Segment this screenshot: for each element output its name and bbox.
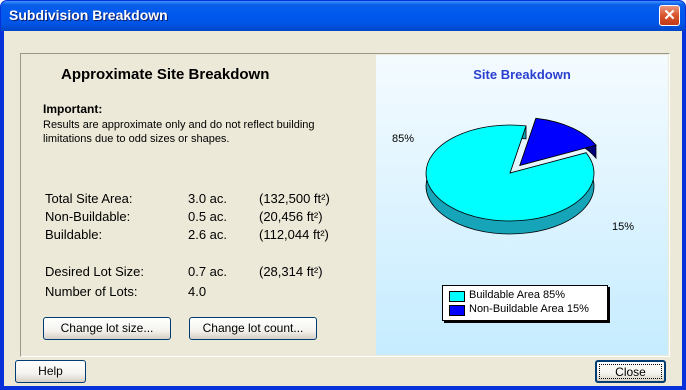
- row-sqft: (132,500 ft²): [259, 191, 330, 206]
- legend-label: Non-Buildable Area 15%: [469, 303, 589, 315]
- row-acres: 3.0 ac.: [188, 191, 228, 206]
- row-sqft: (112,044 ft²): [259, 227, 329, 242]
- row-sqft: (28,314 ft²): [259, 264, 323, 279]
- row-acres: 2.6 ac.: [188, 227, 228, 242]
- pie-chart: [425, 117, 597, 235]
- legend-label: Buildable Area 85%: [469, 289, 566, 301]
- important-label: Important:: [43, 102, 103, 116]
- row-acres: 0.5 ac.: [188, 209, 228, 224]
- dialog-window: Subdivision Breakdown ✕ Approximate Site…: [0, 0, 686, 390]
- change-lot-size-button[interactable]: Change lot size...: [43, 317, 171, 340]
- close-button[interactable]: Close: [595, 360, 666, 383]
- row-acres: 0.7 ac.: [188, 264, 228, 279]
- row-sqft: (20,456 ft²): [259, 209, 323, 224]
- important-note: Results are approximate only and do not …: [43, 119, 315, 145]
- row-label: Buildable:: [45, 227, 103, 242]
- row-value: 4.0: [188, 284, 207, 299]
- window-title: Subdivision Breakdown: [9, 7, 168, 23]
- help-button[interactable]: Help: [15, 360, 86, 383]
- dialog-client-area: Approximate Site Breakdown Important: Re…: [4, 31, 682, 386]
- legend-swatch: [449, 291, 465, 302]
- row-label: Number of Lots:: [45, 284, 138, 299]
- change-lot-count-button[interactable]: Change lot count...: [189, 317, 317, 340]
- legend-swatch: [449, 305, 465, 316]
- row-label: Desired Lot Size:: [45, 264, 144, 279]
- summary-heading: Approximate Site Breakdown: [61, 66, 270, 83]
- chart-legend: Buildable Area 85% Non-Buildable Area 15…: [442, 285, 608, 321]
- data-label-non-buildable: 15%: [612, 221, 635, 233]
- title-bar[interactable]: Subdivision Breakdown ✕: [1, 1, 685, 31]
- close-icon[interactable]: ✕: [659, 5, 680, 26]
- breakdown-panel: Approximate Site Breakdown Important: Re…: [20, 53, 670, 357]
- data-label-buildable: 85%: [392, 133, 415, 145]
- site-breakdown-chart: Site Breakdown 85% 15% Buildable Area 85…: [376, 55, 668, 355]
- row-label: Non-Buildable:: [45, 209, 131, 224]
- row-label: Total Site Area:: [45, 191, 133, 206]
